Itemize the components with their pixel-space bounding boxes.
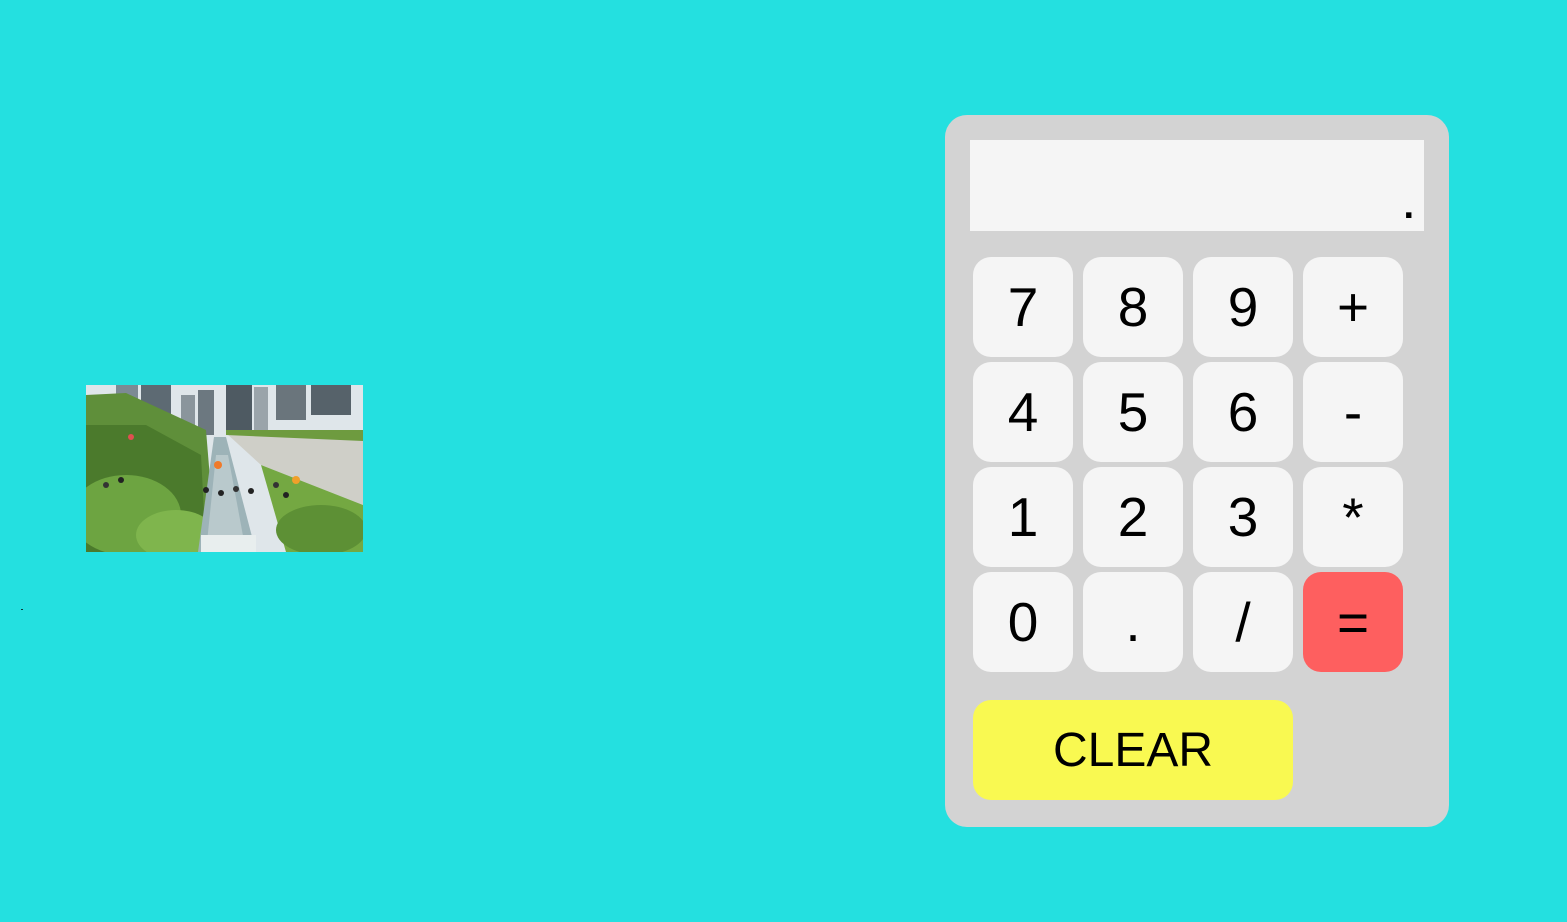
stray-dot xyxy=(21,609,23,610)
key-2[interactable]: 2 xyxy=(1083,467,1183,567)
key-5[interactable]: 5 xyxy=(1083,362,1183,462)
key-decimal[interactable]: . xyxy=(1083,572,1183,672)
key-3[interactable]: 3 xyxy=(1193,467,1293,567)
stream-park-photo xyxy=(86,385,363,552)
calculator-display: . xyxy=(970,140,1424,231)
key-8[interactable]: 8 xyxy=(1083,257,1183,357)
display-value: . xyxy=(1403,185,1414,227)
photo-image xyxy=(86,385,363,552)
key-7[interactable]: 7 xyxy=(973,257,1073,357)
page: . 7 8 9 + 4 5 6 - 1 2 3 * 0 . / = CLEAR xyxy=(0,0,1567,922)
key-6[interactable]: 6 xyxy=(1193,362,1293,462)
key-divide[interactable]: / xyxy=(1193,572,1293,672)
key-minus[interactable]: - xyxy=(1303,362,1403,462)
key-plus[interactable]: + xyxy=(1303,257,1403,357)
clear-button[interactable]: CLEAR xyxy=(973,700,1293,800)
key-0[interactable]: 0 xyxy=(973,572,1073,672)
key-equals[interactable]: = xyxy=(1303,572,1403,672)
key-1[interactable]: 1 xyxy=(973,467,1073,567)
calculator: . 7 8 9 + 4 5 6 - 1 2 3 * 0 . / = CLEAR xyxy=(945,115,1449,827)
key-4[interactable]: 4 xyxy=(973,362,1073,462)
key-9[interactable]: 9 xyxy=(1193,257,1293,357)
key-multiply[interactable]: * xyxy=(1303,467,1403,567)
